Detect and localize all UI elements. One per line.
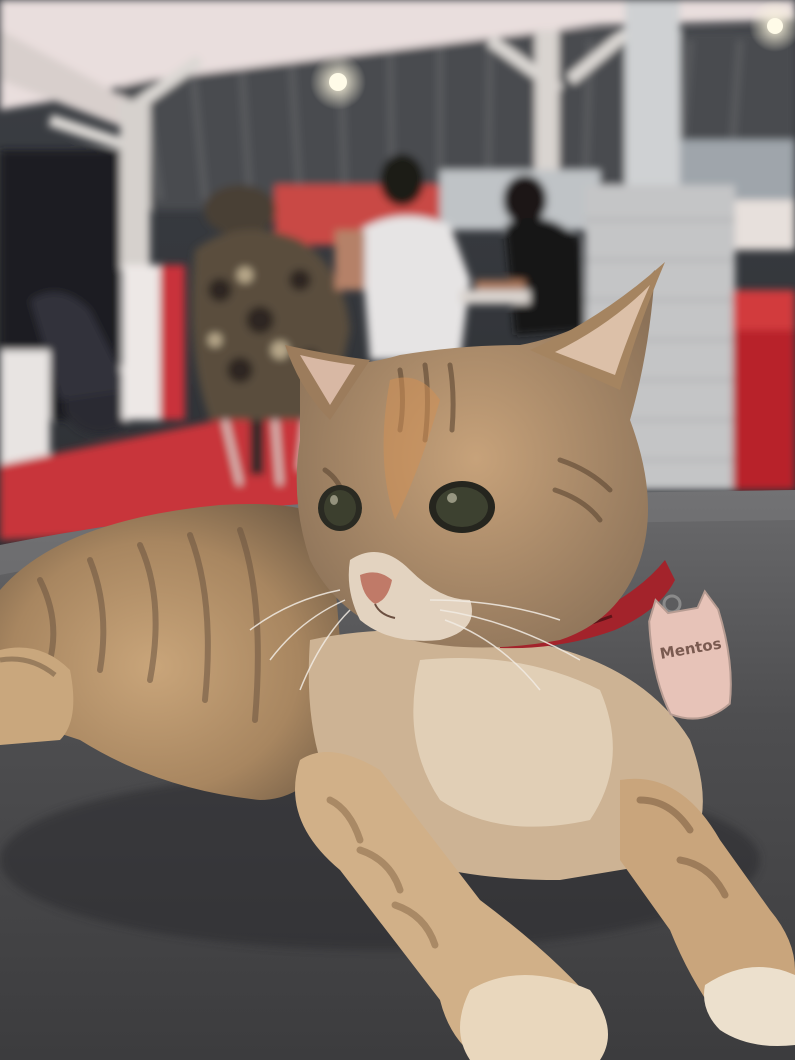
- white-box-left: [0, 350, 50, 465]
- photo-scene: Mentos: [0, 0, 795, 1060]
- background-table: [460, 290, 530, 304]
- cat-left-eye: [318, 485, 362, 531]
- white-signage: [735, 200, 795, 250]
- pillar-left: [120, 100, 150, 270]
- pillar-top: [625, 0, 680, 190]
- red-cart-top: [733, 290, 795, 330]
- cat-right-eye: [429, 481, 495, 533]
- red-banner: [160, 265, 185, 420]
